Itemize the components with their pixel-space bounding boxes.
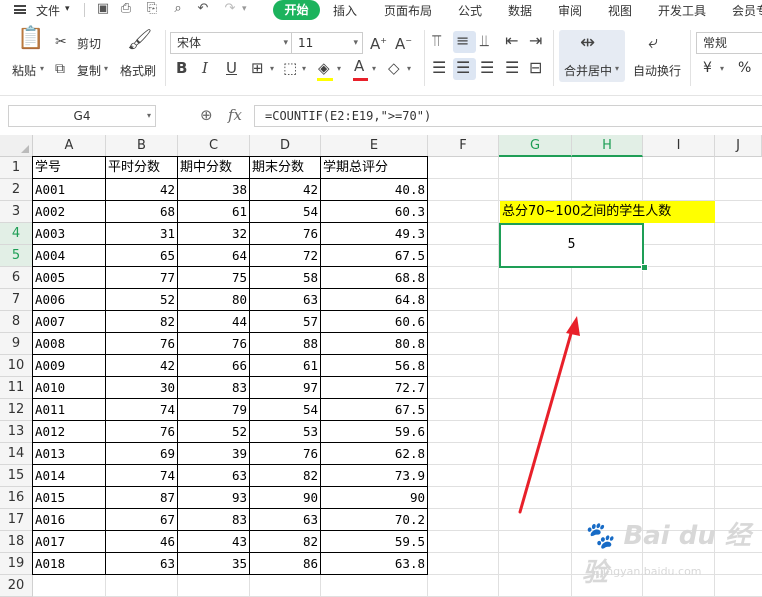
annotation-arrow bbox=[518, 316, 580, 514]
